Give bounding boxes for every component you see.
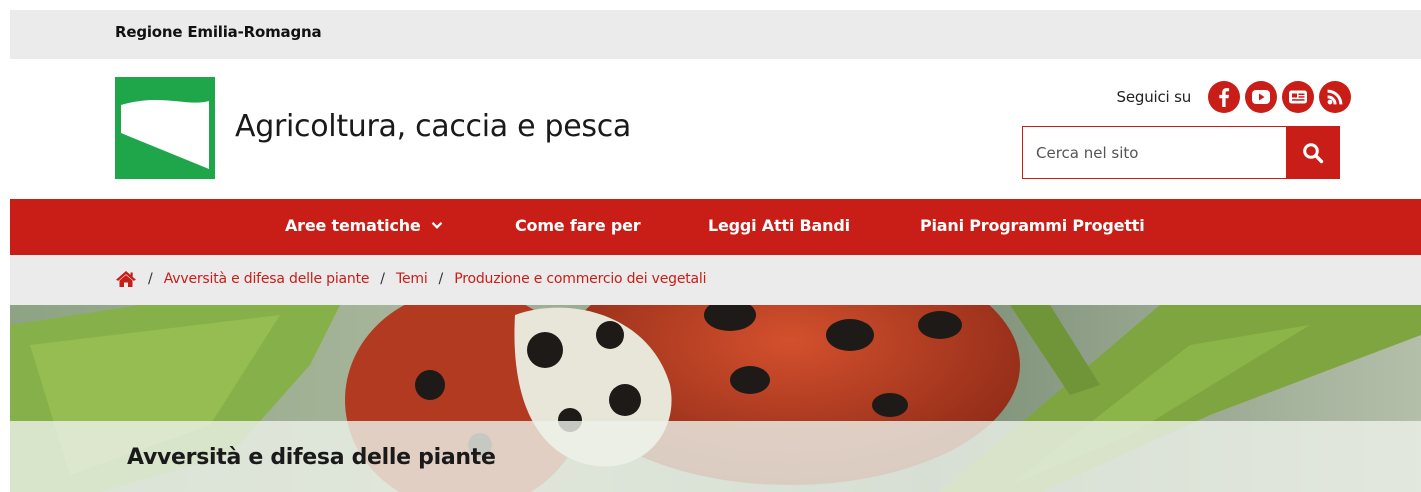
nav-item-leggi-atti-bandi[interactable]: Leggi Atti Bandi: [708, 216, 850, 235]
site-title[interactable]: Agricoltura, caccia e pesca: [235, 109, 631, 144]
site-header: Agricoltura, caccia e pesca Seguici su: [10, 59, 1421, 199]
chevron-down-icon: [431, 221, 443, 230]
breadcrumb-separator: /: [380, 271, 386, 287]
nav-item-come-fare-per[interactable]: Come fare per: [515, 216, 641, 235]
nav-item-piani-programmi-progetti[interactable]: Piani Programmi Progetti: [920, 216, 1145, 235]
breadcrumb-separator: /: [148, 271, 153, 287]
region-link[interactable]: Regione Emilia-Romagna: [115, 23, 322, 41]
facebook-icon[interactable]: [1208, 81, 1240, 113]
breadcrumb: / Avversità e difesa delle piante / Temi…: [10, 255, 1421, 305]
institution-bar: Regione Emilia-Romagna: [10, 10, 1421, 59]
follow-label: Seguici su: [1116, 88, 1192, 106]
nav-item-label: Aree tematiche: [285, 216, 421, 235]
page: Regione Emilia-Romagna Agricoltura, cacc…: [10, 10, 1421, 492]
search-button[interactable]: [1286, 127, 1339, 178]
breadcrumb-item[interactable]: Temi: [396, 271, 428, 287]
region-logo[interactable]: [115, 77, 215, 179]
newsletter-icon[interactable]: [1282, 81, 1314, 113]
breadcrumb-item[interactable]: Avversità e difesa delle piante: [164, 271, 370, 287]
main-nav: Aree tematiche Come fare per Leggi Atti …: [10, 199, 1421, 255]
search-box: [1022, 126, 1340, 179]
nav-item-label: Come fare per: [515, 216, 641, 235]
social-follow: Seguici su: [1117, 79, 1351, 115]
search-icon: [1302, 142, 1323, 163]
nav-item-label: Piani Programmi Progetti: [920, 216, 1145, 235]
home-icon[interactable]: [115, 270, 137, 288]
breadcrumb-item[interactable]: Produzione e commercio dei vegetali: [454, 271, 706, 287]
page-title: Avversità e difesa delle piante: [127, 445, 496, 470]
breadcrumb-separator: /: [438, 271, 444, 287]
nav-item-label: Leggi Atti Bandi: [708, 216, 850, 235]
hero-banner: Avversità e difesa delle piante: [10, 305, 1421, 492]
nav-item-aree-tematiche[interactable]: Aree tematiche: [285, 216, 443, 235]
youtube-icon[interactable]: [1245, 81, 1277, 113]
search-input[interactable]: [1023, 127, 1286, 178]
rss-icon[interactable]: [1319, 81, 1351, 113]
